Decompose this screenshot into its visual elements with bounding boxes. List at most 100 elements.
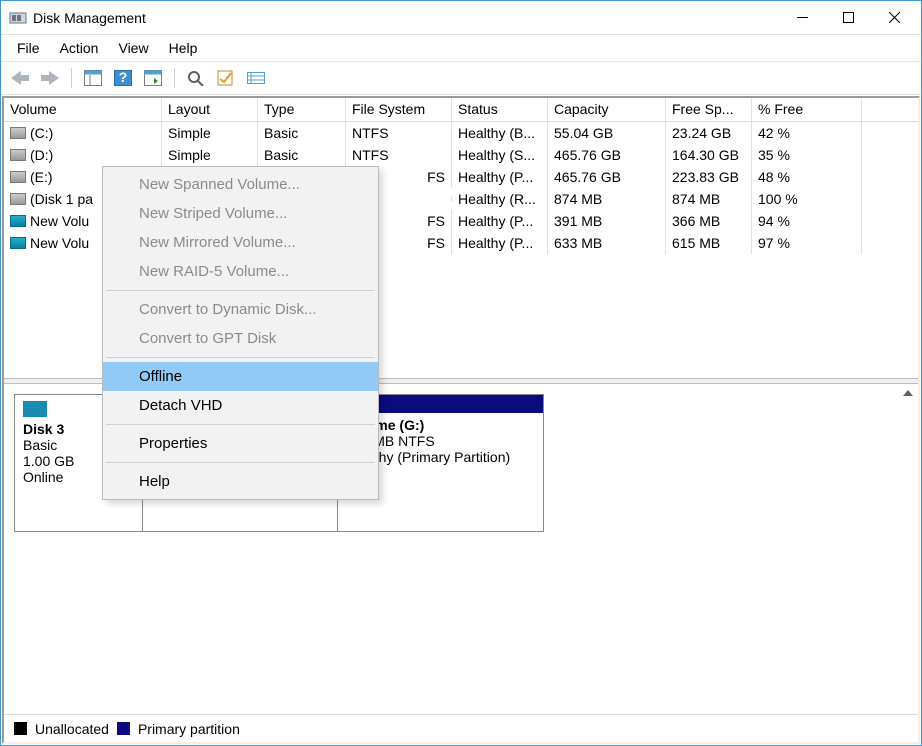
cell-fs: NTFS [346,122,452,144]
window-buttons [779,1,917,34]
cell-free: 874 MB [666,188,752,210]
volume-name: (Disk 1 pa [30,191,93,207]
legend: Unallocated Primary partition [4,714,918,742]
cell-type: Basic [258,144,346,166]
context-menu-separator [106,290,375,291]
context-menu-item: Convert to Dynamic Disk... [103,295,378,324]
volume-icon [10,237,26,249]
context-menu-separator [106,424,375,425]
toolbar: ? [1,61,921,95]
menu-view[interactable]: View [108,37,158,59]
disk-context-menu[interactable]: New Spanned Volume...New Striped Volume.… [102,166,379,500]
cell-fs: NTFS [346,144,452,166]
disk-icon [23,401,47,417]
cell-status: Healthy (S... [452,144,548,166]
menu-action[interactable]: Action [50,37,109,59]
forward-button[interactable] [37,65,63,91]
column-header-capacity[interactable]: Capacity [548,98,666,121]
context-menu-item: New Mirrored Volume... [103,228,378,257]
app-icon [9,9,27,27]
volume-list-header: Volume Layout Type File System Status Ca… [4,98,918,122]
toolbar-show-hide-console-tree[interactable] [80,65,106,91]
legend-swatch-primary [117,722,130,735]
toolbar-separator [71,68,72,88]
column-header-type[interactable]: Type [258,98,346,121]
cell-capacity: 633 MB [548,232,666,254]
cell-percent: 97 % [752,232,862,254]
volume-icon [10,127,26,139]
volume-icon [10,171,26,183]
cell-capacity: 465.76 GB [548,144,666,166]
context-menu-separator [106,357,375,358]
cell-status: Healthy (P... [452,210,548,232]
legend-label-primary: Primary partition [138,721,240,737]
menubar: File Action View Help [1,35,921,61]
column-header-free[interactable]: Free Sp... [666,98,752,121]
volume-name: (C:) [30,125,53,141]
volume-icon [10,215,26,227]
volume-name: New Volu [30,213,89,229]
cell-type: Basic [258,122,346,144]
cell-capacity: 391 MB [548,210,666,232]
context-menu-item[interactable]: Help [103,467,378,496]
close-button[interactable] [871,1,917,34]
cell-free: 223.83 GB [666,166,752,188]
context-menu-separator [106,462,375,463]
scroll-up-icon[interactable] [902,386,914,402]
cell-percent: 48 % [752,166,862,188]
column-header-layout[interactable]: Layout [162,98,258,121]
cell-percent: 35 % [752,144,862,166]
menu-help[interactable]: Help [159,37,208,59]
volume-name: (D:) [30,147,53,163]
toolbar-separator [174,68,175,88]
volume-icon [10,193,26,205]
context-menu-item: New RAID-5 Volume... [103,257,378,286]
volume-row[interactable]: (D:) SimpleBasicNTFSHealthy (S...465.76 G… [4,144,918,166]
cell-percent: 42 % [752,122,862,144]
cell-status: Healthy (R... [452,188,548,210]
cell-free: 615 MB [666,232,752,254]
volume-name: New Volu [30,235,89,251]
cell-layout: Simple [162,122,258,144]
cell-status: Healthy (P... [452,166,548,188]
window-title: Disk Management [33,10,779,26]
volume-name: (E:) [30,169,53,185]
menu-file[interactable]: File [7,37,50,59]
column-header-volume[interactable]: Volume [4,98,162,121]
volume-icon [10,149,26,161]
context-menu-item[interactable]: Detach VHD [103,391,378,420]
back-button[interactable] [7,65,33,91]
cell-free: 366 MB [666,210,752,232]
context-menu-item: New Spanned Volume... [103,170,378,199]
cell-capacity: 874 MB [548,188,666,210]
cell-layout: Simple [162,144,258,166]
context-menu-item: Convert to GPT Disk [103,324,378,353]
column-header-percent[interactable]: % Free [752,98,862,121]
toolbar-help-icon[interactable]: ? [110,65,136,91]
toolbar-settings-icon[interactable] [243,65,269,91]
volume-row[interactable]: (C:) SimpleBasicNTFSHealthy (B...55.04 GB… [4,122,918,144]
cell-status: Healthy (B... [452,122,548,144]
cell-percent: 100 % [752,188,862,210]
svg-text:?: ? [119,70,128,85]
context-menu-item[interactable]: Offline [103,362,378,391]
titlebar: Disk Management [1,1,921,35]
cell-capacity: 55.04 GB [548,122,666,144]
toolbar-action-icon[interactable] [213,65,239,91]
cell-status: Healthy (P... [452,232,548,254]
toolbar-refresh-icon[interactable] [140,65,166,91]
maximize-button[interactable] [825,1,871,34]
minimize-button[interactable] [779,1,825,34]
toolbar-rescan-disks-icon[interactable] [183,65,209,91]
cell-capacity: 465.76 GB [548,166,666,188]
column-header-status[interactable]: Status [452,98,548,121]
cell-percent: 94 % [752,210,862,232]
column-header-filesystem[interactable]: File System [346,98,452,121]
legend-label-unallocated: Unallocated [35,721,109,737]
context-menu-item: New Striped Volume... [103,199,378,228]
legend-swatch-unallocated [14,722,27,735]
cell-free: 164.30 GB [666,144,752,166]
cell-free: 23.24 GB [666,122,752,144]
disk-management-window: Disk Management File Action View Help ? … [0,0,922,746]
context-menu-item[interactable]: Properties [103,429,378,458]
